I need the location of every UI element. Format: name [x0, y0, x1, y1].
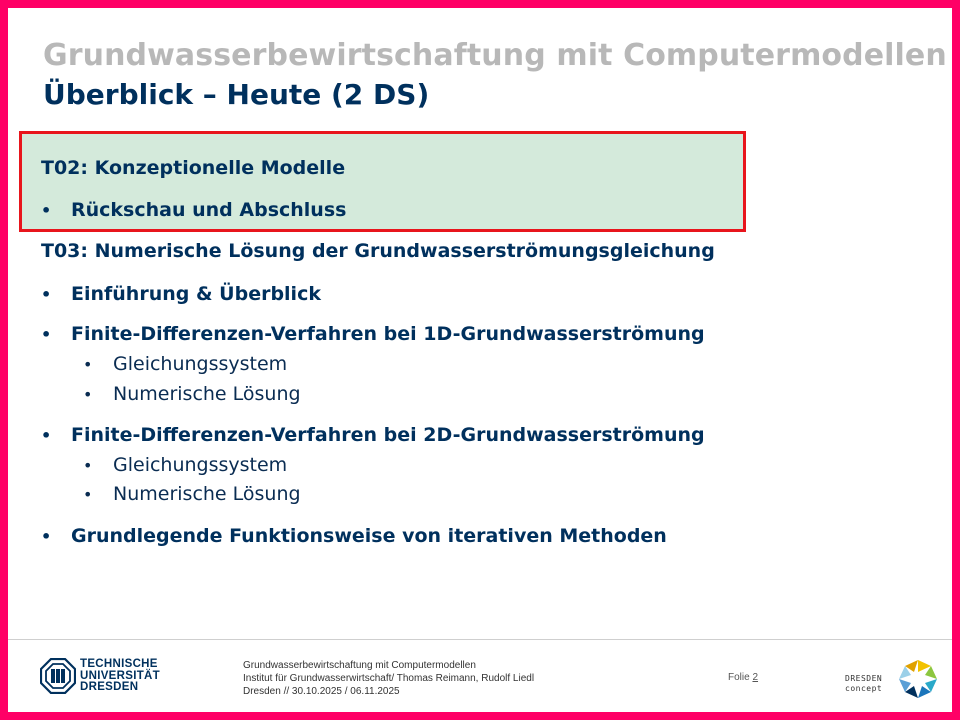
bullet-icon: •	[41, 426, 52, 445]
sub-list-item: • Numerische Lösung	[83, 483, 301, 505]
list-item: • Grundlegende Funktionsweise von iterati…	[41, 525, 667, 547]
list-item-label: Einführung & Überblick	[71, 283, 321, 305]
sub-list-item: • Gleichungssystem	[83, 353, 287, 375]
sub-list-item-label: Gleichungssystem	[113, 454, 288, 476]
tu-dresden-logo-icon	[40, 658, 76, 694]
list-item-label: Grundlegende Funktionsweise von iterativ…	[71, 525, 667, 547]
bullet-icon: •	[83, 355, 93, 374]
list-item-label: Finite-Differenzen-Verfahren bei 2D-Grun…	[71, 424, 705, 446]
sub-list-item: • Gleichungssystem	[83, 454, 287, 476]
list-item-label: Rückschau und Abschluss	[71, 199, 347, 221]
bullet-icon: •	[41, 285, 52, 304]
course-title: Grundwasserbewirtschaftung mit Computerm…	[43, 38, 947, 73]
list-item: • Finite-Differenzen-Verfahren bei 2D-Gru…	[41, 424, 705, 446]
bullet-icon: •	[83, 385, 93, 404]
sub-list-item: • Numerische Lösung	[83, 383, 301, 405]
slide-number: Folie 2	[728, 672, 759, 683]
list-item: • Finite-Differenzen-Verfahren bei 1D-Gru…	[41, 323, 705, 345]
footer-info: Grundwasserbewirtschaftung mit Computerm…	[243, 660, 535, 697]
university-name: TECHNISCHE UNIVERSITÄT DRESDEN	[80, 658, 160, 693]
slide-title: Überblick – Heute (2 DS)	[43, 78, 430, 111]
list-item-label: Finite-Differenzen-Verfahren bei 1D-Grun…	[71, 323, 705, 345]
section-heading-t02: T02: Konzeptionelle Modelle	[41, 157, 346, 179]
partner-name: DRESDEN concept	[845, 674, 883, 693]
bullet-icon: •	[41, 527, 52, 546]
footer-divider	[8, 639, 952, 640]
bullet-icon: •	[41, 201, 52, 220]
sub-list-item-label: Gleichungssystem	[113, 353, 288, 375]
list-item: • Einführung & Überblick	[41, 283, 321, 305]
bullet-icon: •	[83, 456, 93, 475]
sub-list-item-label: Numerische Lösung	[113, 383, 301, 405]
bullet-icon: •	[41, 325, 52, 344]
bullet-icon: •	[83, 485, 93, 504]
dresden-concept-logo-icon	[899, 660, 937, 698]
sub-list-item-label: Numerische Lösung	[113, 483, 301, 505]
list-item: • Rückschau und Abschluss	[41, 199, 346, 221]
section-heading-t03: T03: Numerische Lösung der Grundwasserst…	[41, 240, 715, 262]
